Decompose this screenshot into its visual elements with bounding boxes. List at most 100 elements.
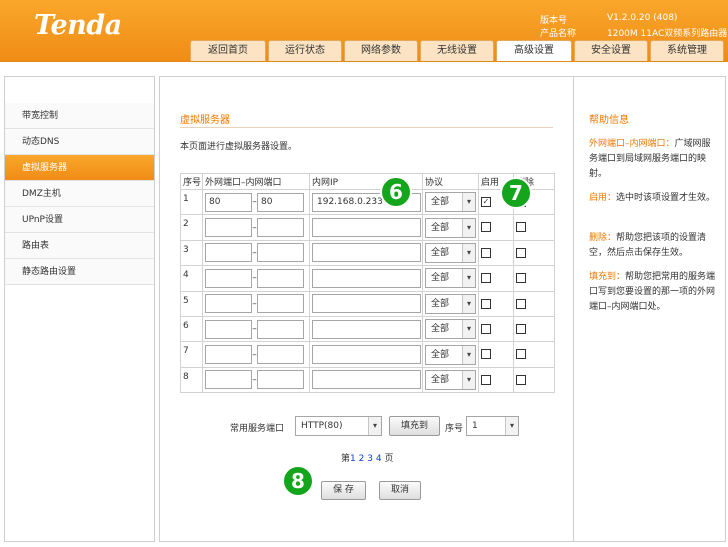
internal-ip-input[interactable] (312, 268, 421, 288)
product-label: 产品名称 (540, 29, 577, 39)
internal-ip-input[interactable] (312, 370, 421, 390)
ports-cell: – (202, 290, 310, 317)
help-item-fill: 填充到：帮助您把常用的服务端口写到您要设置的那一项的外网端口–内网端口处。 (589, 270, 719, 315)
tab-wireless[interactable]: 无线设置 (420, 40, 494, 61)
enable-checkbox[interactable] (481, 273, 491, 284)
chevron-down-icon: ▾ (462, 370, 475, 389)
internal-port-input[interactable] (257, 319, 304, 339)
main-panel: 虚拟服务器 本页面进行虚拟服务器设置。 序号 外网端口–内网端口 内网IP 协议… (159, 76, 574, 542)
external-port-input[interactable] (205, 268, 252, 288)
protocol-select[interactable]: 全部 ▾ (425, 319, 476, 340)
tab-security[interactable]: 安全设置 (574, 40, 648, 61)
row-index: 3 (180, 239, 203, 267)
internal-port-input[interactable] (257, 218, 304, 238)
ip-cell (309, 214, 423, 241)
enable-checkbox[interactable] (481, 247, 491, 258)
external-port-input[interactable] (205, 294, 252, 314)
sidebar-item-static-route[interactable]: 静态路由设置 (5, 259, 154, 285)
page-link-2[interactable]: 2 (359, 454, 365, 464)
enable-checkbox[interactable]: ✓ (481, 196, 491, 207)
chevron-down-icon: ▾ (462, 294, 475, 313)
protocol-select[interactable]: 全部 ▾ (425, 217, 476, 238)
enable-checkbox[interactable] (481, 374, 491, 385)
page-link-1[interactable]: 1 (350, 454, 356, 464)
external-port-input[interactable] (205, 243, 252, 263)
tab-home[interactable]: 返回首页 (190, 40, 266, 61)
external-port-input[interactable]: 80 (205, 192, 252, 212)
internal-ip-input[interactable] (312, 243, 421, 263)
internal-port-input[interactable] (257, 294, 304, 314)
external-port-input[interactable] (205, 370, 252, 390)
enable-checkbox[interactable] (481, 222, 491, 233)
internal-ip-input[interactable] (312, 218, 421, 238)
enable-cell (478, 341, 514, 368)
delete-checkbox[interactable] (516, 298, 526, 309)
internal-ip-input[interactable] (312, 294, 421, 314)
external-port-input[interactable] (205, 319, 252, 339)
internal-ip-input[interactable] (312, 345, 421, 365)
external-port-input[interactable] (205, 218, 252, 238)
fill-to-button[interactable]: 填充到 (389, 416, 440, 436)
table-row: 6– 全部 ▾ (180, 315, 555, 343)
protocol-select[interactable]: 全部 ▾ (425, 192, 476, 213)
help-key: 填充到： (589, 272, 626, 282)
tab-system[interactable]: 系统管理 (650, 40, 724, 61)
cancel-button[interactable]: 取消 (379, 481, 421, 500)
delete-checkbox[interactable] (516, 323, 526, 334)
protocol-select[interactable]: 全部 ▾ (425, 344, 476, 365)
column-header-protocol: 协议 (422, 173, 479, 190)
protocol-cell: 全部 ▾ (422, 341, 479, 368)
seq-select[interactable]: 1 ▾ (466, 416, 519, 436)
protocol-cell: 全部 ▾ (422, 290, 479, 317)
table-row: 3– 全部 ▾ (180, 239, 555, 267)
protocol-select[interactable]: 全部 ▾ (425, 268, 476, 289)
page-link-4[interactable]: 4 (376, 454, 382, 464)
sidebar-item-upnp[interactable]: UPnP设置 (5, 207, 154, 233)
tab-advanced[interactable]: 高级设置 (496, 40, 572, 62)
internal-port-input[interactable] (257, 370, 304, 390)
enable-checkbox[interactable] (481, 349, 491, 360)
sidebar-item-bandwidth[interactable]: 带宽控制 (5, 103, 154, 129)
internal-port-input[interactable] (257, 243, 304, 263)
enable-cell (478, 290, 514, 317)
protocol-select[interactable]: 全部 ▾ (425, 293, 476, 314)
delete-checkbox[interactable] (516, 247, 526, 258)
ip-cell (309, 290, 423, 317)
internal-ip-input[interactable] (312, 319, 421, 339)
internal-port-input[interactable] (257, 345, 304, 365)
save-button[interactable]: 保 存 (321, 481, 366, 500)
delete-checkbox[interactable] (516, 273, 526, 284)
page-link-3[interactable]: 3 (367, 454, 373, 464)
row-index: 4 (180, 265, 203, 292)
sidebar-item-routing-table[interactable]: 路由表 (5, 233, 154, 259)
tenda-logo: Tenda (34, 10, 122, 41)
help-item-enable: 启用：选中时该项设置才生效。 (589, 191, 719, 206)
common-port-select[interactable]: HTTP(80) ▾ (295, 416, 382, 436)
table-row: 7– 全部 ▾ (180, 341, 555, 368)
enable-checkbox[interactable] (481, 298, 491, 309)
ports-cell: – (202, 239, 310, 267)
external-port-input[interactable] (205, 345, 252, 365)
protocol-cell: 全部 ▾ (422, 265, 479, 292)
tab-network[interactable]: 网络参数 (344, 40, 418, 61)
enable-checkbox[interactable] (481, 323, 491, 334)
delete-checkbox[interactable] (516, 374, 526, 385)
enable-cell (478, 239, 514, 267)
protocol-select[interactable]: 全部 ▾ (425, 369, 476, 390)
protocol-select[interactable]: 全部 ▾ (425, 242, 476, 263)
tab-status[interactable]: 运行状态 (268, 40, 342, 61)
internal-port-input[interactable]: 80 (257, 192, 304, 212)
table-row: 2– 全部 ▾ (180, 214, 555, 241)
ports-cell: – (202, 315, 310, 343)
step-marker-8: 8 (282, 465, 314, 497)
delete-checkbox[interactable] (516, 349, 526, 360)
product-value: 1200M 11AC双频系列路由器 (607, 29, 728, 39)
table-header-row: 序号 外网端口–内网端口 内网IP 协议 启用 删除 (180, 173, 555, 190)
sidebar-item-ddns[interactable]: 动态DNS (5, 129, 154, 155)
sidebar-item-virtual-server[interactable]: 虚拟服务器 (5, 155, 154, 181)
version-value: V1.2.0.20 (408) (607, 13, 678, 23)
row-index: 6 (180, 315, 203, 343)
delete-checkbox[interactable] (516, 222, 526, 233)
internal-port-input[interactable] (257, 268, 304, 288)
sidebar-item-dmz[interactable]: DMZ主机 (5, 181, 154, 207)
